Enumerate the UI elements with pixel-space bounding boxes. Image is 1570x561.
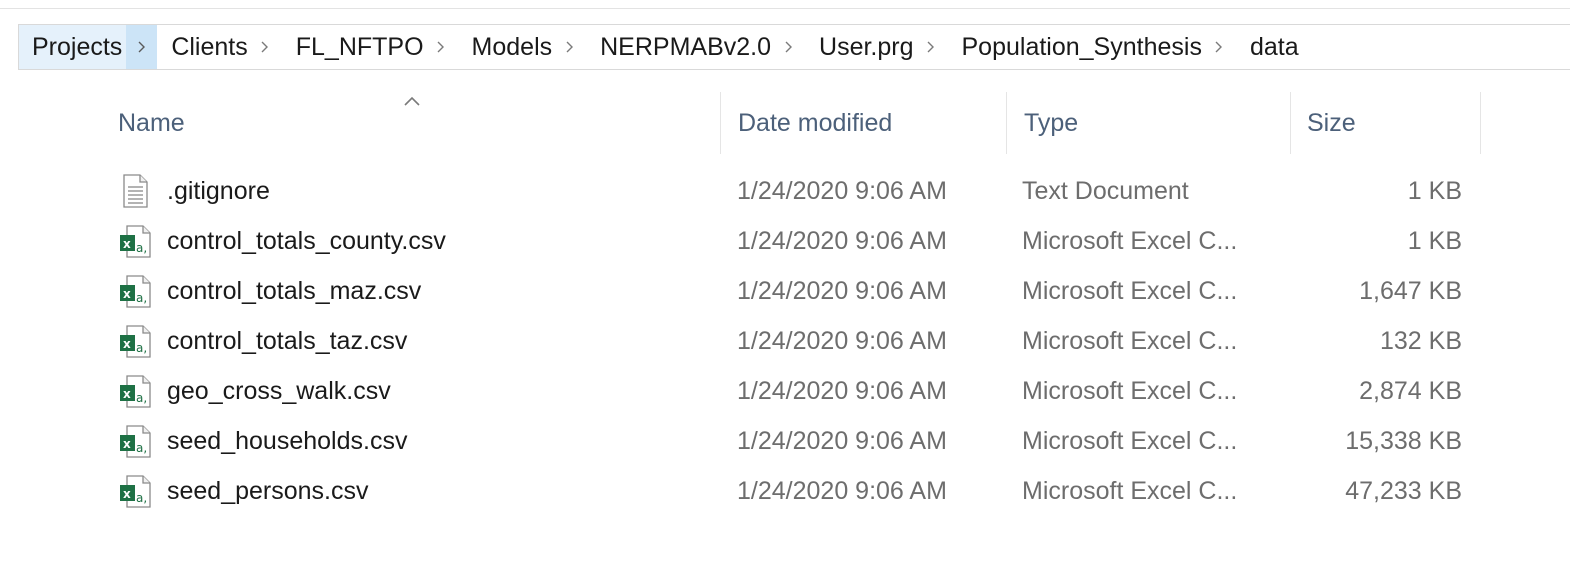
svg-text:x: x: [123, 237, 131, 251]
svg-text:x: x: [123, 387, 131, 401]
chevron-right-icon[interactable]: [126, 25, 157, 69]
file-name-cell: a, x control_totals_maz.csv: [118, 266, 421, 316]
breadcrumb-label[interactable]: FL_NFTPO: [282, 33, 424, 62]
file-size: 47,233 KB: [1345, 476, 1462, 505]
excel-csv-icon: a, x: [120, 225, 151, 258]
file-type: Microsoft Excel C...: [1022, 326, 1238, 355]
file-name-cell: a, x geo_cross_walk.csv: [118, 366, 391, 416]
file-type: Microsoft Excel C...: [1022, 276, 1238, 305]
file-list: .gitignore 1/24/2020 9:06 AM Text Docume…: [100, 166, 1482, 516]
chevron-right-icon[interactable]: [914, 25, 948, 69]
sort-ascending-icon[interactable]: [402, 94, 422, 108]
file-size: 15,338 KB: [1345, 426, 1462, 455]
file-type: Microsoft Excel C...: [1022, 376, 1238, 405]
excel-csv-icon: a, x: [120, 325, 151, 358]
chevron-right-icon[interactable]: [1202, 25, 1236, 69]
svg-text:a,: a,: [136, 291, 147, 305]
file-date-modified: 1/24/2020 9:06 AM: [737, 276, 947, 305]
file-date-modified: 1/24/2020 9:06 AM: [737, 376, 947, 405]
file-type: Microsoft Excel C...: [1022, 476, 1238, 505]
excel-csv-icon: a, x: [120, 275, 151, 308]
breadcrumb-label[interactable]: Population_Synthesis: [948, 33, 1202, 62]
svg-text:a,: a,: [136, 341, 147, 355]
file-name-cell: a, x seed_persons.csv: [118, 466, 369, 516]
breadcrumb-item-projects[interactable]: Projects: [19, 25, 158, 69]
top-divider: [0, 8, 1570, 9]
column-header-label[interactable]: Size: [1290, 109, 1356, 138]
column-header-label[interactable]: Name: [100, 109, 185, 138]
file-name[interactable]: geo_cross_walk.csv: [167, 377, 391, 406]
breadcrumb-item-data[interactable]: data: [1236, 25, 1299, 69]
chevron-right-icon[interactable]: [248, 25, 282, 69]
chevron-right-icon[interactable]: [771, 25, 805, 69]
breadcrumb-label[interactable]: Projects: [19, 33, 122, 62]
chevron-right-icon[interactable]: [552, 25, 586, 69]
breadcrumb-item-user-prg[interactable]: User.prg: [805, 25, 947, 69]
breadcrumb-item-clients[interactable]: Clients: [157, 25, 281, 69]
file-name[interactable]: seed_persons.csv: [167, 477, 369, 506]
column-header-size[interactable]: Size: [1290, 92, 1480, 154]
file-date-modified: 1/24/2020 9:06 AM: [737, 326, 947, 355]
breadcrumb-label[interactable]: Models: [458, 33, 553, 62]
file-size: 1,647 KB: [1359, 276, 1462, 305]
svg-text:a,: a,: [136, 391, 147, 405]
chevron-right-icon[interactable]: [424, 25, 458, 69]
svg-text:a,: a,: [136, 241, 147, 255]
file-date-modified: 1/24/2020 9:06 AM: [737, 476, 947, 505]
svg-text:x: x: [123, 287, 131, 301]
svg-text:a,: a,: [136, 491, 147, 505]
breadcrumb[interactable]: Projects Clients FL_NFTPO Models NERPMAB…: [18, 24, 1570, 70]
column-header-name[interactable]: Name: [100, 92, 720, 154]
breadcrumb-label[interactable]: data: [1236, 33, 1299, 62]
file-row[interactable]: a, x seed_households.csv 1/24/2020 9:06 …: [100, 416, 1482, 466]
file-name-cell: a, x control_totals_taz.csv: [118, 316, 407, 366]
breadcrumb-label[interactable]: User.prg: [805, 33, 913, 62]
file-row[interactable]: a, x seed_persons.csv 1/24/2020 9:06 AM …: [100, 466, 1482, 516]
breadcrumb-label[interactable]: Clients: [157, 33, 247, 62]
excel-csv-icon: a, x: [120, 475, 151, 508]
column-divider[interactable]: [1480, 92, 1481, 154]
file-name-cell: a, x seed_households.csv: [118, 416, 407, 466]
svg-text:x: x: [123, 437, 131, 451]
file-date-modified: 1/24/2020 9:06 AM: [737, 426, 947, 455]
text-document-icon: [123, 174, 148, 208]
breadcrumb-item-fl-nftpo[interactable]: FL_NFTPO: [282, 25, 458, 69]
file-row[interactable]: .gitignore 1/24/2020 9:06 AM Text Docume…: [100, 166, 1482, 216]
file-size: 1 KB: [1407, 226, 1462, 255]
breadcrumb-label[interactable]: NERPMABv2.0: [586, 33, 771, 62]
breadcrumb-item-models[interactable]: Models: [458, 25, 587, 69]
file-name[interactable]: control_totals_maz.csv: [167, 277, 421, 306]
file-row[interactable]: a, x control_totals_maz.csv 1/24/2020 9:…: [100, 266, 1482, 316]
file-name-cell: a, x control_totals_county.csv: [118, 216, 446, 266]
breadcrumb-item-population-synthesis[interactable]: Population_Synthesis: [948, 25, 1236, 69]
file-type: Text Document: [1022, 176, 1189, 205]
file-size: 1 KB: [1407, 176, 1462, 205]
file-name[interactable]: seed_households.csv: [167, 427, 407, 456]
file-size: 2,874 KB: [1359, 376, 1462, 405]
file-name[interactable]: control_totals_taz.csv: [167, 327, 407, 356]
file-date-modified: 1/24/2020 9:06 AM: [737, 176, 947, 205]
file-name[interactable]: .gitignore: [167, 177, 270, 206]
file-row[interactable]: a, x geo_cross_walk.csv 1/24/2020 9:06 A…: [100, 366, 1482, 416]
file-name-cell: .gitignore: [118, 166, 270, 216]
excel-csv-icon: a, x: [120, 375, 151, 408]
column-header-row: Name Date modified Type Size: [100, 92, 1482, 154]
file-type: Microsoft Excel C...: [1022, 226, 1238, 255]
file-row[interactable]: a, x control_totals_county.csv 1/24/2020…: [100, 216, 1482, 266]
column-header-label[interactable]: Type: [1006, 109, 1078, 138]
column-header-label[interactable]: Date modified: [720, 109, 892, 138]
file-type: Microsoft Excel C...: [1022, 426, 1238, 455]
column-header-type[interactable]: Type: [1006, 92, 1290, 154]
svg-text:x: x: [123, 337, 131, 351]
svg-text:a,: a,: [136, 441, 147, 455]
file-name[interactable]: control_totals_county.csv: [167, 227, 446, 256]
file-date-modified: 1/24/2020 9:06 AM: [737, 226, 947, 255]
breadcrumb-item-nerpmabv2[interactable]: NERPMABv2.0: [586, 25, 805, 69]
file-size: 132 KB: [1379, 326, 1462, 355]
svg-text:x: x: [123, 487, 131, 501]
excel-csv-icon: a, x: [120, 425, 151, 458]
file-row[interactable]: a, x control_totals_taz.csv 1/24/2020 9:…: [100, 316, 1482, 366]
column-header-date-modified[interactable]: Date modified: [720, 92, 1006, 154]
